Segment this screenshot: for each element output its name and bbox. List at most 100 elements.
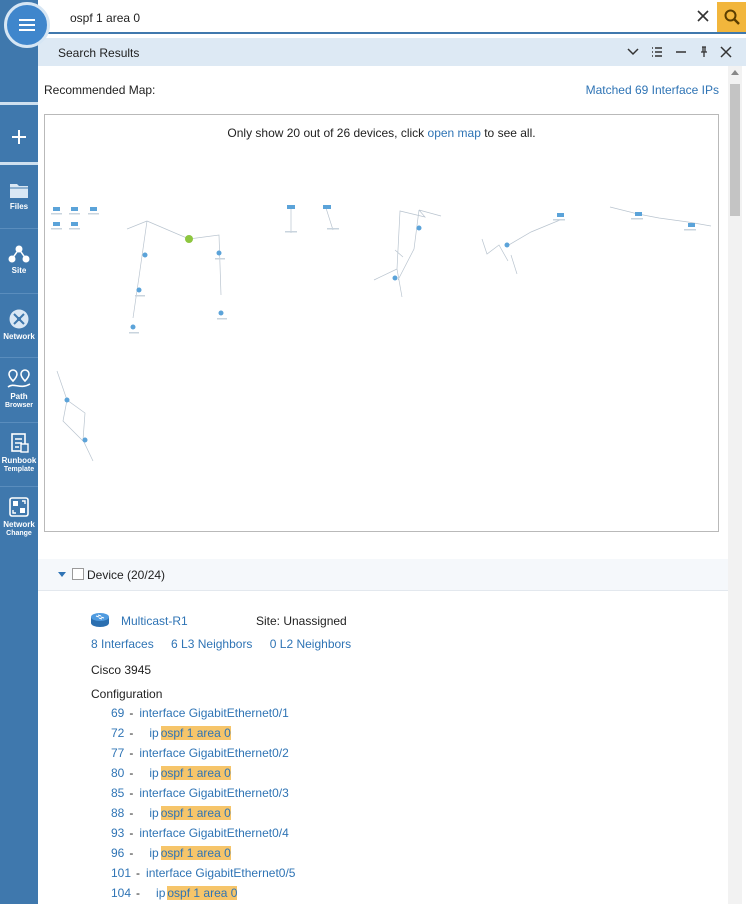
config-ip-prefix: ip <box>149 766 159 780</box>
device-site: Site: Unassigned <box>256 614 347 628</box>
config-interface-line[interactable]: 77- interface GigabitEthernet0/2 <box>111 744 289 762</box>
config-match-highlight[interactable]: ospf 1 area 0 <box>160 806 231 820</box>
config-line-number[interactable]: 88 <box>111 806 124 820</box>
sidebar-label-path-line2: Browser <box>4 402 33 409</box>
sidebar-label-runbook-line1: Runbook <box>1 456 37 465</box>
configuration-label: Configuration <box>91 687 163 701</box>
sidebar-item-files[interactable]: Files <box>0 180 38 211</box>
config-match-line[interactable]: 104- ip ospf 1 area 0 <box>111 884 238 902</box>
matched-interface-ips-link[interactable]: Matched 69 Interface IPs <box>586 83 719 97</box>
sidebar-item-network[interactable]: Network <box>0 308 38 341</box>
search-input[interactable] <box>70 9 670 27</box>
config-line-number[interactable]: 96 <box>111 846 124 860</box>
device-links: 8 Interfaces 6 L3 Neighbors 0 L2 Neighbo… <box>91 637 365 651</box>
search-results-content: Recommended Map: Matched 69 Interface IP… <box>38 66 728 904</box>
config-match-highlight[interactable]: ospf 1 area 0 <box>160 726 231 740</box>
device-vendor-model: Cisco 3945 <box>91 663 152 677</box>
config-interface-line[interactable]: 69- interface GigabitEthernet0/1 <box>111 704 289 722</box>
list-options-icon[interactable] <box>650 45 664 59</box>
config-line-number[interactable]: 85 <box>111 786 124 800</box>
config-line-number[interactable]: 77 <box>111 746 124 760</box>
sidebar-item-runbook[interactable]: Runbook Template <box>0 432 38 474</box>
sidebar-item-network-change[interactable]: Network Change <box>0 496 38 538</box>
collapse-chevron-icon[interactable] <box>626 45 640 59</box>
pin-icon[interactable] <box>697 45 711 59</box>
topology-map <box>51 205 712 462</box>
config-match-line[interactable]: 96- ip ospf 1 area 0 <box>111 844 231 862</box>
config-match-line[interactable]: 80- ip ospf 1 area 0 <box>111 764 231 782</box>
panel-title: Search Results <box>58 46 140 60</box>
site-icon <box>8 245 30 263</box>
config-interface-line[interactable]: 85- interface GigabitEthernet0/3 <box>111 784 289 802</box>
sidebar-label-change-line1: Network <box>3 520 35 529</box>
sidebar-item-path-browser[interactable]: Path Browser <box>0 368 38 410</box>
config-interface-text[interactable]: interface GigabitEthernet0/4 <box>139 826 288 840</box>
clear-search-icon[interactable] <box>695 8 711 24</box>
search-button[interactable] <box>717 2 746 32</box>
sidebar-label-path-line1: Path <box>10 392 28 401</box>
main-menu-button[interactable] <box>4 2 50 48</box>
config-ip-prefix: ip <box>149 806 159 820</box>
config-match-highlight[interactable]: ospf 1 area 0 <box>167 886 238 900</box>
search-results-header: Search Results <box>38 38 746 66</box>
config-line-number[interactable]: 93 <box>111 826 124 840</box>
config-match-line[interactable]: 88- ip ospf 1 area 0 <box>111 804 231 822</box>
network-icon <box>9 309 29 329</box>
sidebar-item-add[interactable] <box>0 128 38 148</box>
config-dash: - <box>129 846 134 860</box>
path-icon <box>7 369 31 388</box>
hamburger-icon <box>19 19 35 31</box>
l3-neighbors-link[interactable]: 6 L3 Neighbors <box>171 637 252 651</box>
config-interface-text[interactable]: interface GigabitEthernet0/3 <box>139 786 288 800</box>
interfaces-link[interactable]: 8 Interfaces <box>91 637 154 651</box>
minimize-icon[interactable] <box>674 45 688 59</box>
config-interface-text[interactable]: interface GigabitEthernet0/2 <box>139 746 288 760</box>
config-ip-prefix: ip <box>149 846 159 860</box>
runbook-icon <box>11 433 29 453</box>
config-interface-text[interactable]: interface GigabitEthernet0/1 <box>139 706 288 720</box>
config-dash: - <box>129 726 134 740</box>
config-interface-line[interactable]: 93- interface GigabitEthernet0/4 <box>111 824 289 842</box>
config-ip-prefix: ip <box>149 726 159 740</box>
recommended-map[interactable]: Only show 20 out of 26 devices, click op… <box>44 114 719 532</box>
config-match-highlight[interactable]: ospf 1 area 0 <box>160 846 231 860</box>
folder-icon <box>10 184 28 198</box>
sidebar-item-site[interactable]: Site <box>0 244 38 275</box>
search-bar <box>38 0 746 34</box>
config-dash: - <box>129 786 134 800</box>
router-icon <box>91 613 109 627</box>
config-dash: - <box>129 766 134 780</box>
sidebar-label-files: Files <box>9 202 29 211</box>
device-section-title: Device (20/24) <box>87 568 166 582</box>
sidebar-label-site: Site <box>11 266 27 275</box>
config-dash: - <box>136 886 141 900</box>
config-dash: - <box>136 866 141 880</box>
scroll-thumb[interactable] <box>730 84 740 216</box>
sidebar-label-network: Network <box>3 332 35 341</box>
config-interface-text[interactable]: interface GigabitEthernet0/5 <box>146 866 295 880</box>
config-interface-line[interactable]: 101- interface GigabitEthernet0/5 <box>111 864 295 882</box>
vertical-scrollbar[interactable] <box>728 66 742 904</box>
sidebar-label-change-line2: Change <box>6 530 32 537</box>
close-panel-icon[interactable] <box>719 45 733 59</box>
config-dash: - <box>129 826 134 840</box>
search-icon <box>724 9 740 25</box>
device-select-all-checkbox[interactable] <box>72 568 84 580</box>
caret-down-icon[interactable] <box>58 572 66 577</box>
network-change-icon <box>9 497 29 517</box>
config-dash: - <box>129 806 134 820</box>
config-match-highlight[interactable]: ospf 1 area 0 <box>160 766 231 780</box>
config-line-number[interactable]: 104 <box>111 886 131 900</box>
config-line-number[interactable]: 101 <box>111 866 131 880</box>
l2-neighbors-link[interactable]: 0 L2 Neighbors <box>270 637 351 651</box>
config-line-number[interactable]: 80 <box>111 766 124 780</box>
config-line-number[interactable]: 69 <box>111 706 124 720</box>
left-sidebar: Files Site Network Path Browser Runbook … <box>0 0 50 904</box>
config-match-line[interactable]: 72- ip ospf 1 area 0 <box>111 724 231 742</box>
config-dash: - <box>129 706 134 720</box>
recommended-map-label: Recommended Map: <box>44 83 156 97</box>
device-section-header[interactable]: Device (20/24) <box>38 559 728 591</box>
scroll-up-icon[interactable] <box>731 70 739 75</box>
config-line-number[interactable]: 72 <box>111 726 124 740</box>
device-name-link[interactable]: Multicast-R1 <box>121 614 188 628</box>
